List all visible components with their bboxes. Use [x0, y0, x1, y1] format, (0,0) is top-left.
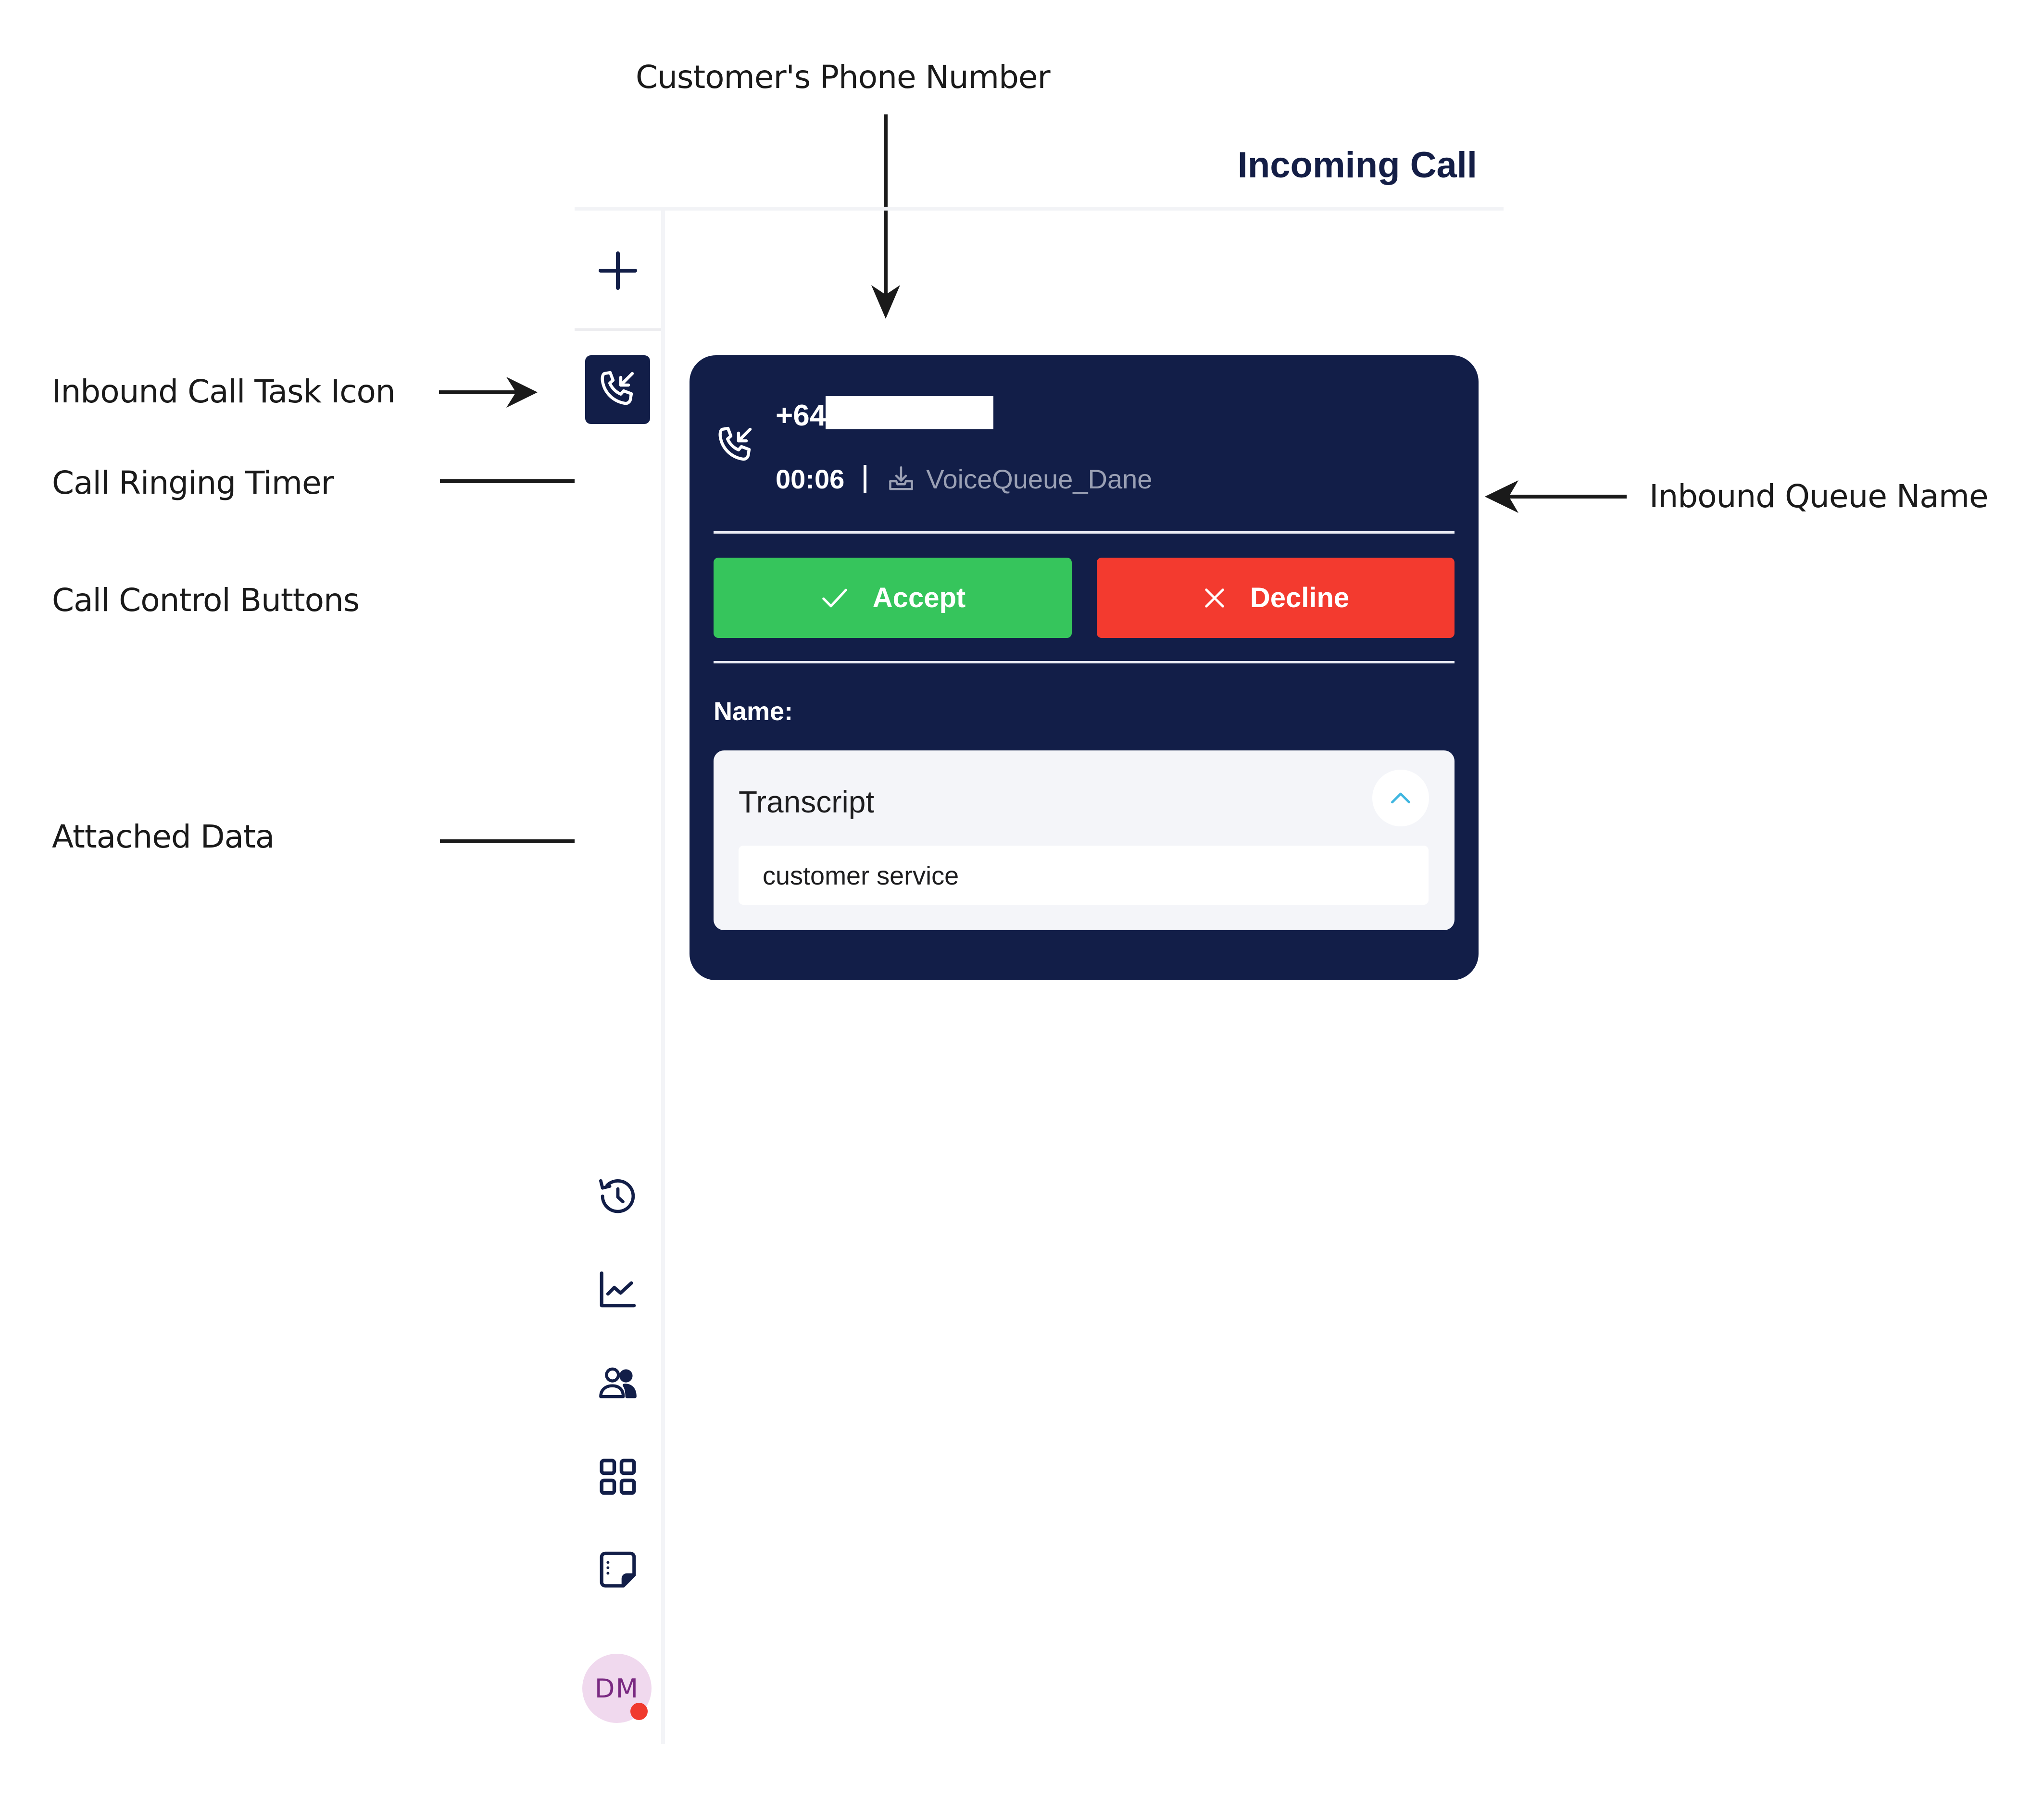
- presence-status-dot: [630, 1703, 648, 1720]
- attached-data-panel: Transcript customer service: [714, 750, 1455, 930]
- apps-grid-icon: [600, 1459, 636, 1495]
- attached-data-value-box: customer service: [739, 846, 1429, 905]
- sidebar: DM: [575, 211, 665, 1744]
- sidebar-divider: [575, 328, 661, 331]
- check-icon: [822, 588, 847, 607]
- new-task-button[interactable]: [594, 247, 642, 295]
- accept-button[interactable]: Accept: [714, 558, 1072, 638]
- meta-separator: [864, 465, 867, 493]
- arrow-to-task-icon: [439, 377, 538, 408]
- annotation-ringing-timer: Call Ringing Timer: [52, 464, 334, 501]
- inbound-call-task-button[interactable]: [585, 355, 650, 424]
- plus-icon: [599, 251, 637, 290]
- annotation-task-icon: Inbound Call Task Icon: [52, 373, 396, 410]
- annotation-attached-data: Attached Data: [52, 818, 275, 855]
- history-icon: [599, 1179, 635, 1213]
- apps-button[interactable]: [594, 1453, 642, 1501]
- header-divider: [575, 207, 1504, 211]
- inbound-queue-name: VoiceQueue_Dane: [926, 463, 1153, 494]
- customer-phone-number: +64: [776, 399, 827, 432]
- contacts-button[interactable]: [594, 1359, 642, 1407]
- notes-icon: [600, 1551, 636, 1588]
- close-icon: [1205, 588, 1224, 608]
- annotation-control-buttons: Call Control Buttons: [52, 582, 360, 619]
- arrow-to-queue-name: [1485, 480, 1627, 513]
- annotation-queue-name: Inbound Queue Name: [1649, 478, 1989, 515]
- phone-number-redaction: [826, 396, 993, 429]
- page-title: Incoming Call: [1237, 145, 1477, 186]
- arrow-down-to-phone-number: [871, 114, 900, 319]
- caller-name-label: Name:: [714, 697, 793, 726]
- inbound-call-icon: [601, 371, 634, 405]
- annotation-phone-number: Customer's Phone Number: [636, 59, 1051, 96]
- call-meta-row: 00:06 VoiceQueue_Dane: [776, 461, 1152, 497]
- users-icon: [599, 1367, 637, 1398]
- accept-label: Accept: [872, 582, 966, 613]
- analytics-button[interactable]: [594, 1265, 642, 1313]
- notes-button[interactable]: [594, 1546, 642, 1594]
- history-button[interactable]: [594, 1173, 642, 1221]
- incoming-call-card: +64 00:06 VoiceQueue_Dane Accept Decline…: [690, 355, 1479, 980]
- decline-label: Decline: [1250, 582, 1350, 613]
- chart-icon: [600, 1271, 636, 1308]
- collapse-toggle-button[interactable]: [1372, 770, 1429, 826]
- decline-button[interactable]: Decline: [1097, 558, 1455, 638]
- card-divider: [714, 531, 1455, 534]
- chevron-up-icon: [1391, 792, 1410, 804]
- inbound-call-icon: [718, 426, 752, 461]
- queue-inbound-icon: [887, 464, 915, 493]
- card-divider: [714, 661, 1455, 663]
- call-ringing-timer: 00:06: [776, 463, 845, 494]
- attached-data-value: customer service: [763, 861, 959, 890]
- attached-data-title: Transcript: [739, 785, 875, 819]
